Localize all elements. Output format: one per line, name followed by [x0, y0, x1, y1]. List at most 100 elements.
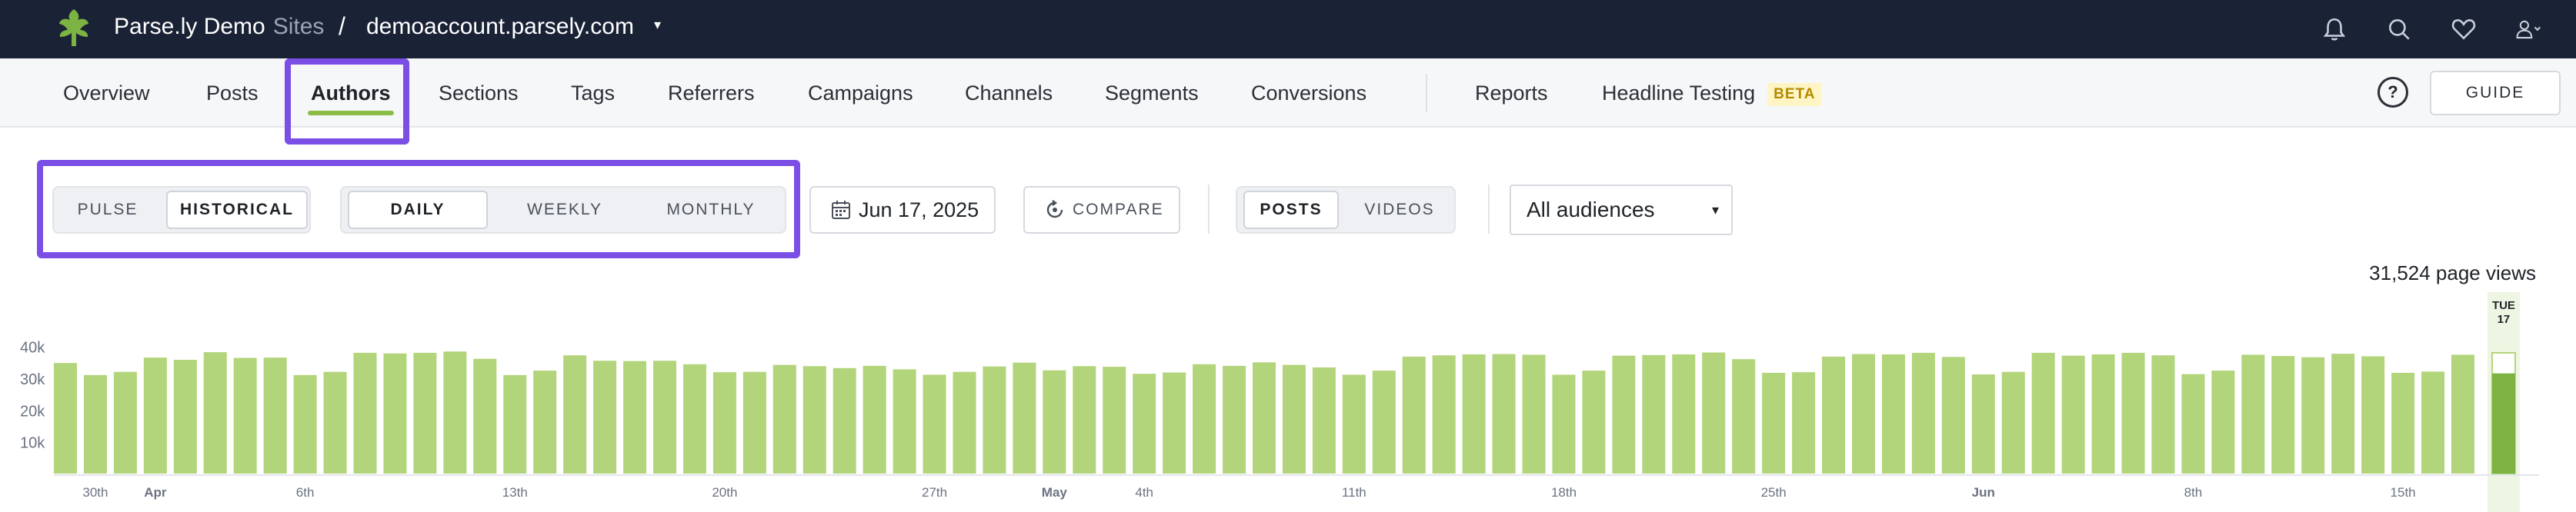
nav-posts[interactable]: Posts — [206, 58, 259, 128]
x-tick-label: 18th — [1551, 485, 1577, 500]
y-tick-label: 20k — [20, 403, 45, 420]
chart-bar — [1582, 371, 1606, 474]
chart-bar — [1732, 359, 1756, 474]
y-tick-label: 30k — [20, 371, 45, 388]
chart-bar — [2331, 354, 2355, 474]
parsely-logo-icon[interactable] — [52, 6, 95, 49]
today-label: 17 — [2498, 313, 2511, 326]
chart-bar — [503, 374, 527, 474]
chart-bar — [1103, 367, 1126, 474]
daily-button[interactable]: DAILY — [348, 191, 488, 229]
chart-bar — [323, 371, 347, 474]
nav-reports[interactable]: Reports — [1475, 58, 1548, 128]
x-tick-label: 4th — [1135, 485, 1153, 500]
historical-button[interactable]: HISTORICAL — [166, 191, 308, 229]
x-tick-label: 6th — [296, 485, 315, 500]
x-tick-label: 20th — [712, 485, 737, 500]
chart-bar — [113, 371, 137, 474]
date-picker-button[interactable]: Jun 17, 2025 — [809, 186, 996, 234]
chart-bar — [2271, 356, 2295, 474]
x-tick-label: 25th — [1761, 485, 1787, 500]
nav-authors[interactable]: Authors — [308, 58, 393, 128]
videos-button[interactable]: VIDEOS — [1350, 191, 1450, 229]
chart-bar — [2001, 371, 2025, 474]
nav-segments[interactable]: Segments — [1105, 58, 1199, 128]
guide-button[interactable]: GUIDE — [2430, 71, 2561, 115]
controls-divider-2 — [1488, 185, 1490, 234]
chart-bar — [1402, 356, 1426, 474]
nav-campaigns[interactable]: Campaigns — [808, 58, 913, 128]
chart-bar — [712, 372, 736, 474]
x-tick-label: 11th — [1342, 485, 1366, 500]
chart-bar — [203, 352, 227, 474]
chart-bar — [54, 363, 77, 474]
chart-bar — [2361, 356, 2385, 474]
weekly-button[interactable]: WEEKLY — [503, 191, 626, 229]
chart-bar — [802, 366, 826, 474]
chart-bar — [1043, 370, 1066, 474]
chart-bar — [1612, 355, 1636, 474]
mode-toggle: PULSE HISTORICAL — [52, 186, 311, 234]
chart-bar — [383, 353, 407, 474]
chart-bar — [983, 366, 1006, 474]
period-toggle: DAILY WEEKLY MONTHLY — [340, 186, 786, 234]
nav-referrers[interactable]: Referrers — [668, 58, 755, 128]
bell-icon[interactable] — [2317, 12, 2351, 46]
chart-bar — [353, 352, 377, 474]
chart-bar — [2121, 352, 2145, 474]
y-tick-label: 40k — [20, 340, 45, 357]
chart-bar — [772, 364, 796, 474]
chart-bar — [2301, 357, 2325, 474]
chevron-down-icon[interactable]: ▾ — [654, 17, 661, 33]
nav-sections[interactable]: Sections — [439, 58, 519, 128]
chart-bar — [293, 374, 317, 474]
chart-bar — [682, 364, 706, 474]
nav-headline-testing[interactable]: Headline Testing BETA — [1602, 58, 1822, 128]
chart-bar — [2181, 374, 2205, 474]
pulse-button[interactable]: PULSE — [65, 191, 151, 229]
brand-title[interactable]: Parse.ly Demo Sites — [114, 14, 324, 40]
nav-tags[interactable]: Tags — [571, 58, 615, 128]
chart-bar — [1073, 366, 1096, 474]
total-page-views: 31,524 page views — [2369, 261, 2536, 284]
chart-bar — [533, 371, 557, 474]
compare-button[interactable]: COMPARE — [1023, 186, 1180, 234]
posts-button[interactable]: POSTS — [1243, 191, 1339, 229]
nav-conversions[interactable]: Conversions — [1251, 58, 1366, 128]
top-bar: Parse.ly Demo Sites / demoaccount.parsely… — [0, 0, 2576, 58]
today-label: TUE — [2492, 299, 2515, 312]
nav-divider — [1426, 74, 1427, 112]
content-type-toggle: POSTS VIDEOS — [1236, 186, 1456, 234]
chart-bar — [2451, 354, 2474, 474]
nav-channels[interactable]: Channels — [965, 58, 1053, 128]
help-icon[interactable]: ? — [2377, 77, 2408, 108]
chart-bar — [2151, 355, 2175, 474]
x-tick-label: 8th — [2184, 485, 2203, 500]
chart-bar — [413, 352, 437, 474]
user-icon[interactable] — [2511, 12, 2545, 46]
search-icon[interactable] — [2382, 12, 2416, 46]
audience-label: All audiences — [1527, 198, 1655, 221]
chart-bar — [1432, 355, 1456, 474]
chart-bar — [1642, 354, 1666, 474]
chart-bar — [593, 361, 617, 474]
page-views-bar-chart: 40k 30k 20k 10k TUE17 30th Apr 6th 13th 20th 27th M… — [20, 292, 2539, 512]
nav-overview[interactable]: Overview — [63, 58, 150, 128]
site-selector[interactable]: demoaccount.parsely.com — [366, 14, 634, 40]
chart-bar — [923, 374, 946, 474]
chart-bar — [563, 355, 587, 474]
chart-bar — [2241, 354, 2265, 474]
chart-bar — [953, 371, 976, 474]
beta-badge: BETA — [1767, 82, 1822, 106]
sites-link[interactable]: Sites — [273, 14, 325, 39]
chart-bar — [2421, 371, 2445, 474]
heart-icon[interactable] — [2447, 12, 2481, 46]
breadcrumb-separator: / — [339, 12, 345, 40]
chart-bar — [742, 371, 766, 474]
chart-bar — [1492, 354, 1516, 474]
audience-select[interactable]: All audiences ▾ — [1510, 185, 1733, 235]
chart-bar — [1911, 352, 1935, 474]
monthly-button[interactable]: MONTHLY — [642, 191, 780, 229]
chart-bar — [1253, 362, 1276, 474]
chart-bar — [1282, 364, 1306, 474]
